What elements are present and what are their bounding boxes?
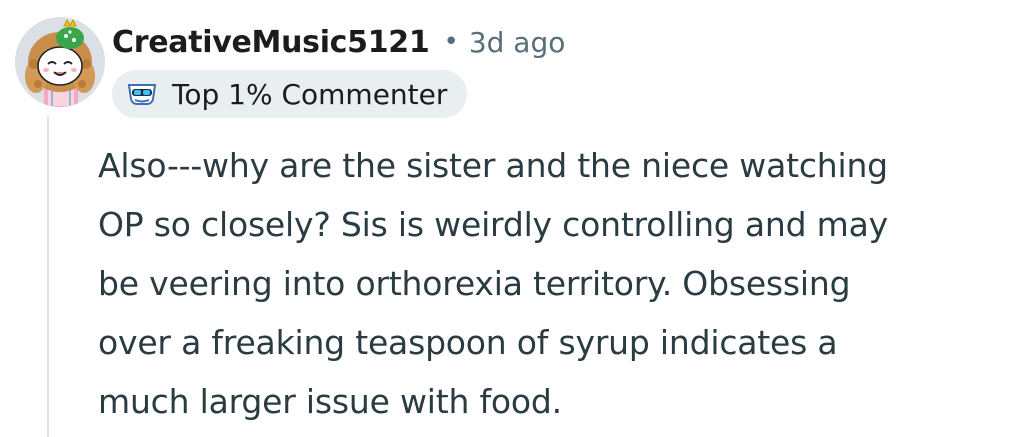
comment-body-line: much larger issue with food. (98, 382, 562, 421)
meta-separator: • (443, 27, 459, 57)
flair-label: Top 1% Commenter (172, 77, 448, 111)
comment-header: CreativeMusic5121 • 3d ago (112, 20, 565, 64)
comment-body-line: OP so closely? Sis is weirdly controllin… (98, 205, 888, 244)
top-commenter-icon (127, 84, 157, 106)
comment-body-line: be veering into orthorexia territory. Ob… (98, 264, 851, 303)
comment-body: Also---why are the sister and the niece … (98, 136, 1008, 431)
avatar[interactable] (14, 16, 106, 108)
user-flair-badge[interactable]: Top 1% Commenter (112, 70, 468, 118)
thread-line[interactable] (47, 116, 49, 437)
comment-body-line: Also---why are the sister and the niece … (98, 146, 888, 185)
comment-timestamp[interactable]: 3d ago (469, 26, 566, 59)
comment-body-line: over a freaking teaspoon of syrup indica… (98, 323, 838, 362)
snoo-avatar-icon (15, 17, 105, 107)
username-link[interactable]: CreativeMusic5121 (112, 25, 430, 60)
